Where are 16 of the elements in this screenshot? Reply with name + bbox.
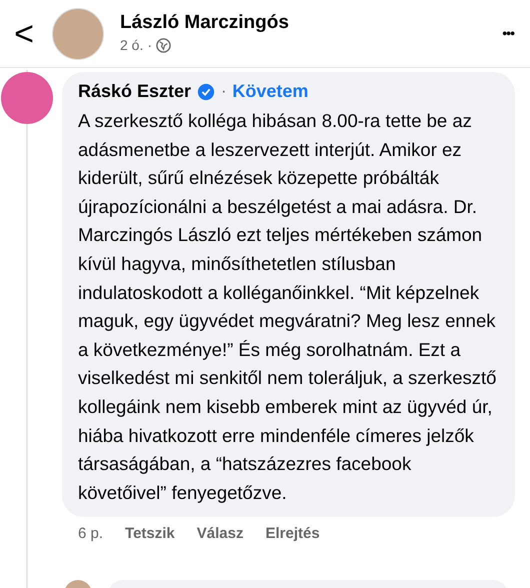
- author-avatar[interactable]: [52, 8, 104, 60]
- commenter-name[interactable]: Ráskó Eszter: [78, 78, 192, 105]
- separator-dot: ·: [147, 36, 152, 55]
- globe-icon: [156, 38, 172, 53]
- post-time: 2 ó.: [120, 36, 144, 55]
- back-button[interactable]: <: [8, 16, 40, 50]
- separator-dot: ·: [221, 82, 226, 102]
- comment-action-link[interactable]: Tetszik: [125, 523, 175, 546]
- commenter-avatar[interactable]: [1, 72, 53, 124]
- more-button[interactable]: •••: [502, 23, 514, 44]
- comment-text: A szerkesztő kolléga hibásan 8.00-ra tette be az adásmenetbe a leszervezett interjút. Amikor ez kiderült, sűrű elnézések közepette próbálták újrapozícionálni a beszélgetést a mai adásra. Dr. Marczingós László ezt teljes mértékeben számon kívül hagyva, minősíthetetlen stílusban indulatoskodott a kolléganőinkkel. “Mit képzelnek maguk, egy ügyvédet megváratni? Meg lesz ennek a következménye!” És még sorolhatnám. Ezt a viselkedést mi senkitől nem toleráljuk, a szerkesztő kollegáink nem kisebb emberek mint az ügyvéd úr, hiába hivatkozott erre mindenféle címeres jelzők társaságában, a “hatszázezres facebook követőivel” fenyegetőzve.: [78, 109, 498, 505]
- comment-action-link[interactable]: Elrejtés: [265, 523, 320, 546]
- comment-action-link[interactable]: Válasz: [196, 523, 244, 546]
- follow-link[interactable]: Követem: [232, 78, 308, 105]
- author-name[interactable]: László Marczingós: [120, 11, 502, 35]
- comment-time: 6 p.: [78, 524, 104, 544]
